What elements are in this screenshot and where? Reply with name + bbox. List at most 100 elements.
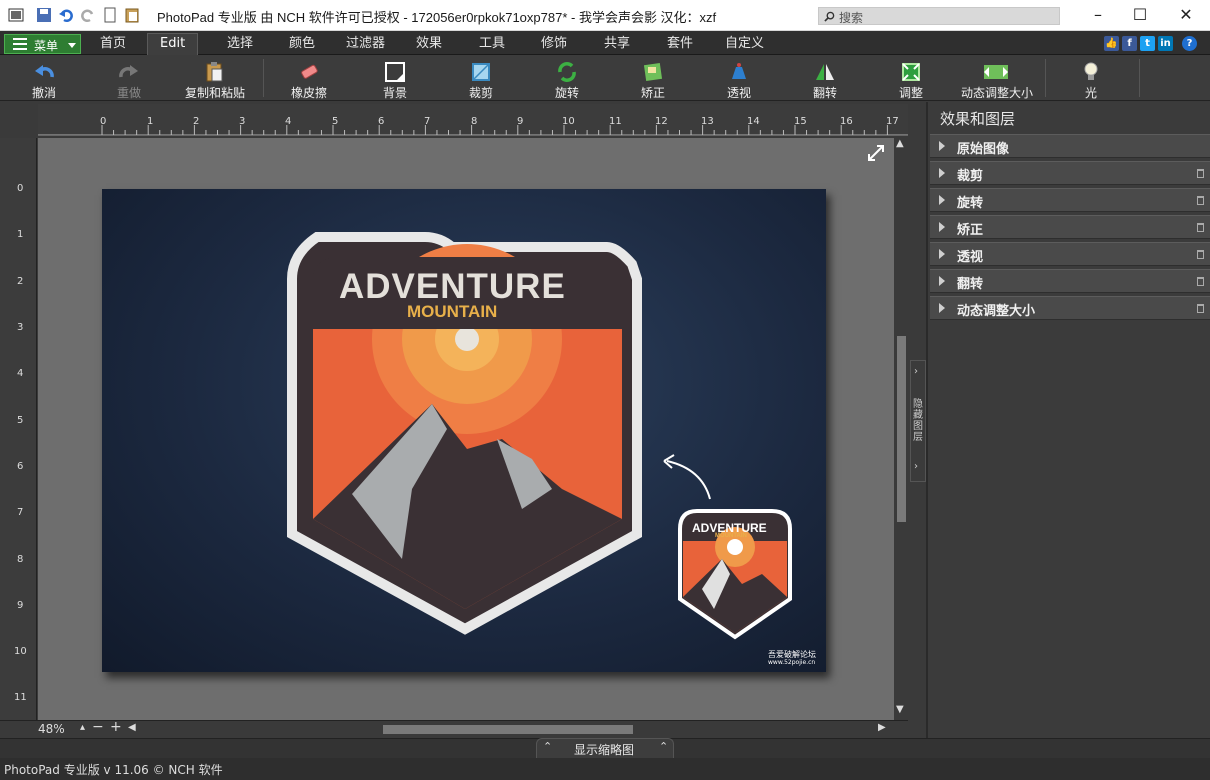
dynamic-resize-button[interactable]: 动态调整大小: [961, 59, 1033, 100]
tab-color[interactable]: 颜色: [289, 35, 315, 55]
crop-button[interactable]: 裁剪: [446, 59, 516, 100]
undo-quick-icon[interactable]: [58, 7, 74, 23]
effects-layers-panel: 效果和图层 原始图像 裁剪 旋转 矫正 透视 翻转 动态调整大小: [926, 102, 1210, 740]
delete-icon[interactable]: [1197, 169, 1204, 178]
status-text: PhotoPad 专业版 v 11.06 © NCH 软件: [4, 763, 223, 777]
like-icon[interactable]: 👍: [1104, 36, 1119, 51]
tab-effects[interactable]: 效果: [416, 35, 442, 55]
adjust-button[interactable]: 调整: [876, 59, 946, 100]
redo-quick-icon[interactable]: [80, 7, 96, 23]
minimize-button[interactable]: –: [1083, 4, 1113, 26]
ruler-label: 6: [378, 116, 385, 127]
layer-item[interactable]: 透视: [930, 242, 1210, 266]
layer-item[interactable]: 翻转: [930, 269, 1210, 293]
tab-filters[interactable]: 过滤器: [346, 35, 385, 55]
tab-customize[interactable]: 自定义: [725, 35, 764, 55]
perspective-button[interactable]: 透视: [704, 59, 774, 100]
zoom-level[interactable]: 48%: [38, 722, 65, 736]
watermark-url: www.52pojie.cn: [768, 659, 816, 666]
twitter-icon[interactable]: t: [1140, 36, 1155, 51]
straighten-icon: [643, 62, 663, 82]
edit-toolbar: 撤消 重做 复制和粘贴 橡皮擦 背景 裁剪 旋转 矫正 透视 翻转 调整 动态调…: [0, 55, 1210, 101]
light-button[interactable]: 光: [1056, 59, 1126, 100]
tab-tools[interactable]: 工具: [479, 35, 505, 55]
resize-icon: [984, 65, 1008, 79]
expand-icon[interactable]: [939, 168, 945, 178]
linkedin-icon[interactable]: in: [1158, 36, 1173, 51]
layer-item[interactable]: 原始图像: [930, 134, 1210, 158]
tab-share[interactable]: 共享: [604, 35, 630, 55]
expand-icon[interactable]: [939, 141, 945, 151]
app-window: PhotoPad 专业版 由 NCH 软件许可已授权 - 172056er0rp…: [0, 0, 1210, 780]
ruler-label: 15: [794, 116, 807, 127]
ruler-label: 9: [17, 600, 24, 611]
ruler-label: 8: [17, 554, 24, 565]
perspective-label: 透视: [726, 86, 751, 100]
undo-button[interactable]: 撤消: [9, 59, 79, 100]
ruler-label: 2: [17, 276, 24, 287]
eraser-button[interactable]: 橡皮擦: [274, 59, 344, 100]
delete-icon[interactable]: [1197, 196, 1204, 205]
layer-label: 原始图像: [957, 142, 1010, 157]
layer-label: 翻转: [957, 277, 984, 292]
zoom-out-icon[interactable]: −: [92, 719, 104, 735]
tab-suite[interactable]: 套件: [667, 35, 693, 55]
help-icon[interactable]: ?: [1182, 36, 1197, 51]
close-button[interactable]: ✕: [1171, 4, 1201, 26]
ruler-label: 1: [17, 229, 24, 240]
layer-label: 透视: [957, 250, 984, 265]
layer-item[interactable]: 旋转: [930, 188, 1210, 212]
redo-button[interactable]: 重做: [94, 59, 164, 100]
main-menu-button[interactable]: 菜单: [4, 34, 81, 54]
rotate-button[interactable]: 旋转: [532, 59, 602, 100]
scroll-left-icon[interactable]: ◀: [128, 722, 136, 733]
ruler-label: 17: [886, 116, 899, 127]
vertical-ruler: 0 1 2 3 4 5 6 7 8 9 10 11: [0, 138, 37, 720]
scroll-right-icon[interactable]: ▶: [878, 722, 886, 733]
zoom-up-icon[interactable]: ▴: [80, 722, 85, 733]
maximize-button[interactable]: ☐: [1125, 4, 1155, 26]
hide-layers-tab[interactable]: › 隐藏图层 ›: [910, 360, 926, 482]
app-icon[interactable]: [8, 7, 24, 23]
show-thumbnails-button[interactable]: ⌃ 显示缩略图 ⌃: [536, 738, 674, 758]
facebook-icon[interactable]: f: [1122, 36, 1137, 51]
vertical-scroll-thumb[interactable]: [897, 336, 906, 522]
straighten-button[interactable]: 矫正: [618, 59, 688, 100]
search-input[interactable]: 搜索: [818, 7, 1060, 25]
ruler-label: 0: [17, 183, 24, 194]
tab-edit[interactable]: Edit: [147, 33, 199, 56]
chevron-down-icon: [68, 43, 76, 48]
expand-icon[interactable]: [939, 276, 945, 286]
expand-icon[interactable]: [939, 222, 945, 232]
eraser-icon: [301, 64, 318, 79]
save-icon[interactable]: [36, 7, 52, 23]
background-button[interactable]: 背景: [360, 59, 430, 100]
tab-home[interactable]: 首页: [100, 35, 126, 55]
delete-icon[interactable]: [1197, 250, 1204, 259]
zoom-in-icon[interactable]: +: [110, 719, 122, 735]
photo-image[interactable]: ADVENTURE MOUNTAIN ADVENTURE MOUNTAIN 吾爱…: [102, 189, 826, 672]
copy-paste-button[interactable]: 复制和粘贴: [180, 59, 250, 100]
fullscreen-icon[interactable]: [867, 144, 885, 162]
layer-item[interactable]: 裁剪: [930, 161, 1210, 185]
expand-icon[interactable]: [939, 249, 945, 259]
scroll-up-icon[interactable]: ▲: [896, 138, 904, 149]
layer-item[interactable]: 动态调整大小: [930, 296, 1210, 320]
expand-icon[interactable]: [939, 303, 945, 313]
horizontal-scroll-thumb[interactable]: [383, 725, 633, 734]
expand-icon[interactable]: [939, 195, 945, 205]
tab-retouch[interactable]: 修饰: [541, 35, 567, 55]
delete-icon[interactable]: [1197, 277, 1204, 286]
search-icon: [824, 11, 835, 22]
delete-icon[interactable]: [1197, 223, 1204, 232]
new-doc-icon[interactable]: [102, 7, 118, 23]
horizontal-ruler: 0 1 2 3 4 5 6 7 8 9 10 11 12 13 14 15 16…: [38, 104, 908, 136]
vertical-scrollbar[interactable]: ▲ ▼: [894, 138, 908, 720]
tab-select[interactable]: 选择: [227, 35, 253, 55]
layer-item[interactable]: 矫正: [930, 215, 1210, 239]
flip-button[interactable]: 翻转: [790, 59, 860, 100]
scroll-down-icon[interactable]: ▼: [896, 704, 904, 715]
delete-icon[interactable]: [1197, 304, 1204, 313]
paste-quick-icon[interactable]: [124, 7, 140, 23]
ruler-label: 11: [609, 116, 622, 127]
